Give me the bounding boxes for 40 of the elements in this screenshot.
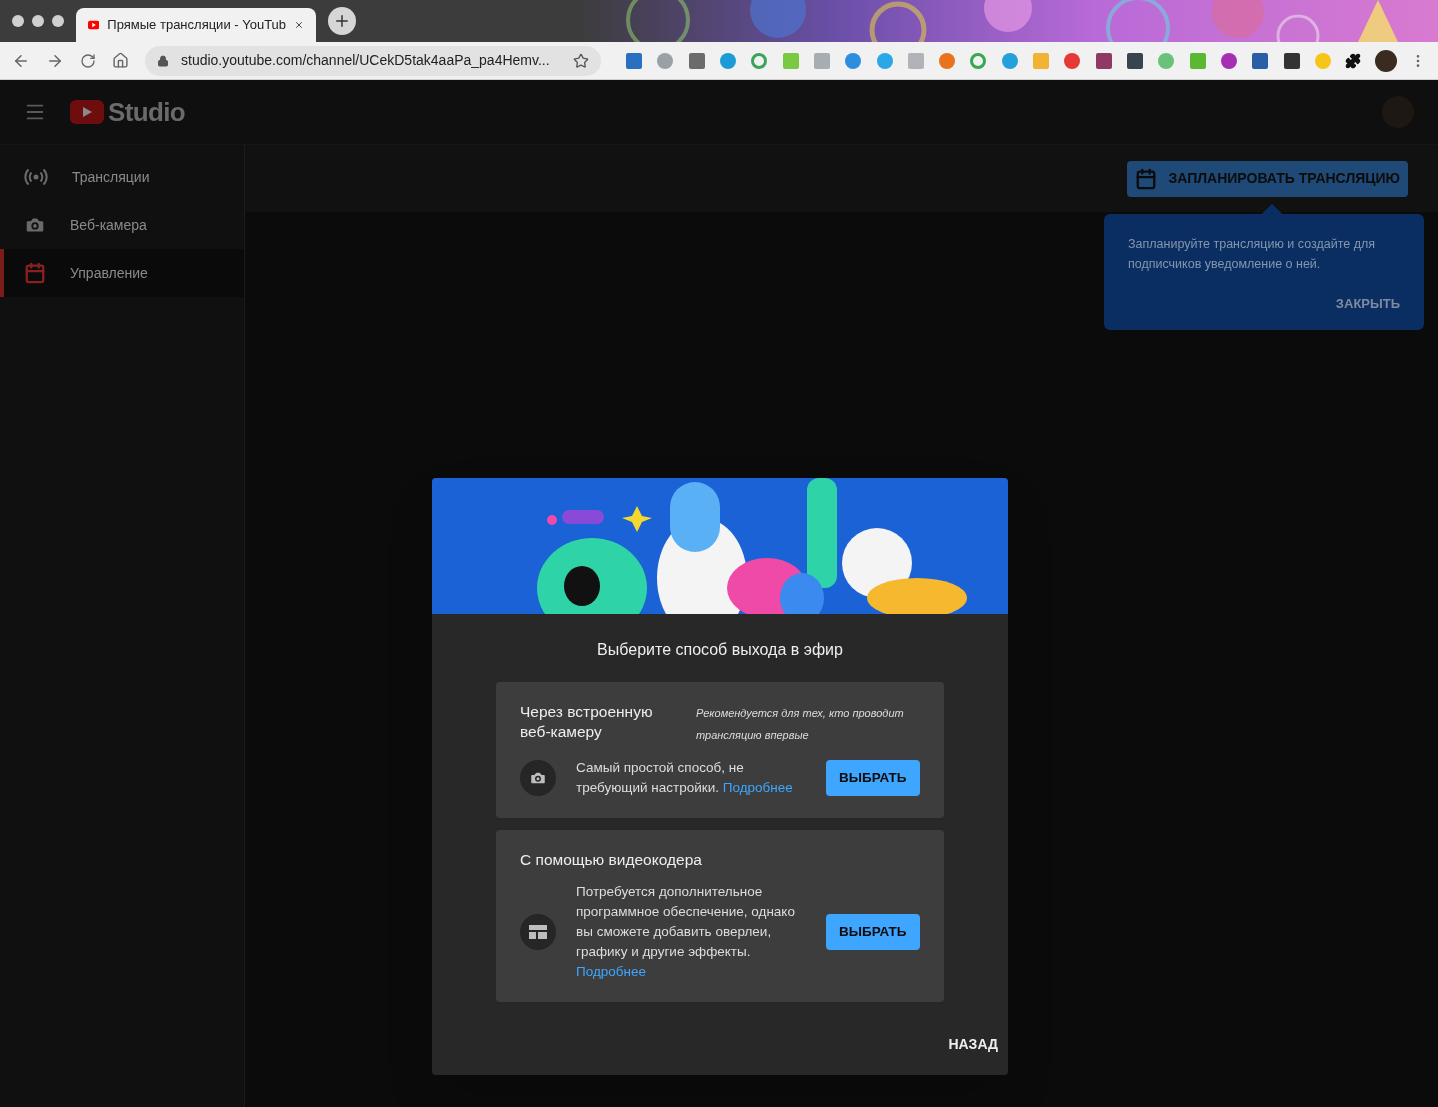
calendar-icon [1134,167,1157,190]
close-button[interactable]: ЗАКРЫТЬ [1335,294,1400,314]
lock-icon [157,54,169,67]
select-button[interactable]: ВЫБРАТЬ [825,760,920,796]
extension-icon[interactable] [1094,51,1113,70]
home-icon[interactable] [112,52,129,69]
sidebar-item[interactable]: Веб-камера [0,201,244,249]
tooltip-text: Запланируйте трансляцию и создайте для подписчиков уведомление о ней. [1128,236,1376,273]
play-logo-icon [88,19,100,31]
calendar-icon [24,262,46,284]
plus-icon [333,12,351,30]
learn-more-link[interactable]: Подробнее [576,964,646,979]
layout-icon [529,925,547,939]
play-logo-icon [70,100,104,124]
extension-icon[interactable] [1126,51,1144,70]
address-bar[interactable]: studio.youtube.com/channel/UCekD5tak4aaPa_pa4Hemv... [145,45,601,76]
new-tab-button[interactable] [328,7,356,35]
bookmark-star-icon[interactable] [573,52,589,69]
browser-tab[interactable]: Прямые трансляции - YouTub [76,8,316,42]
tab-title: Прямые трансляции - YouTub [107,16,287,35]
option-title: С помощью видеокодера [520,850,702,870]
extension-icon[interactable] [1251,51,1270,70]
logo-text: Studio [108,95,185,129]
reload-icon[interactable] [80,52,96,69]
extension-icon[interactable] [1219,51,1238,70]
dialog-title: Выберите способ выхода в эфир [597,640,843,660]
option-description: Самый простой способ, не требующий настройки. Подробнее [576,759,794,797]
back-button[interactable]: НАЗАД [948,1034,998,1055]
url-text: studio.youtube.com/channel/UCekD5tak4aaPa_pa4Hemv... [181,51,551,70]
learn-more-link[interactable]: Подробнее [722,780,793,795]
sidebar-item[interactable]: Трансляции [0,153,244,201]
select-button[interactable]: ВЫБРАТЬ [825,914,920,950]
camera-icon [529,769,547,787]
option-note: Рекомендуется для тех, кто проводит трансляцию впервые [696,706,905,743]
option-title: Через встроенную веб-камеру [520,702,654,742]
puzzle-icon[interactable] [1345,52,1362,69]
option-description: Потребуется дополнительное программное обеспечение, однако вы сможете добавить оверлеи, графику и другие эффекты. Подробнее [576,883,796,981]
avatar[interactable] [1374,49,1397,72]
extension-icon[interactable] [1282,51,1301,70]
sidebar-item[interactable]: Управление [0,249,244,297]
